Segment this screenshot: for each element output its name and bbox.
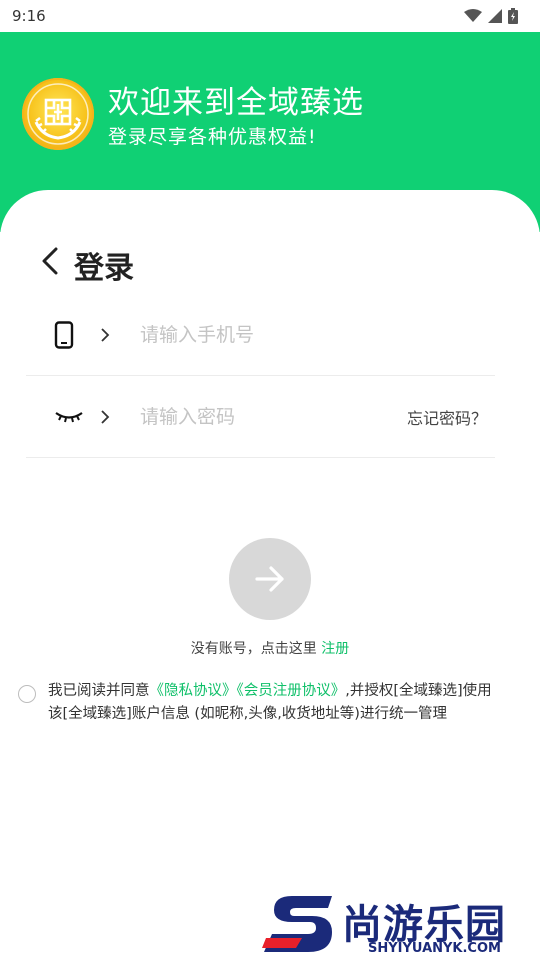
agreement-prefix: 我已阅读并同意 (48, 683, 150, 699)
submit-button[interactable] (229, 538, 311, 620)
wifi-icon (464, 9, 482, 22)
status-time: 9:16 (12, 7, 46, 25)
page-title: 登录 (74, 251, 134, 286)
phone-field-row (26, 294, 495, 376)
site-watermark: 尚游乐园 SHYIYUANYK.COM (262, 892, 540, 960)
signal-icon (488, 9, 502, 23)
status-icons (464, 8, 518, 24)
status-bar: 9:16 (0, 0, 540, 32)
watermark-logo-icon (262, 896, 332, 952)
no-account-text: 没有账号，点击这里 (190, 641, 317, 657)
brand-logo (22, 78, 94, 150)
smartphone-icon (54, 320, 74, 349)
forgot-password-link[interactable]: 忘记密码？ (407, 405, 487, 429)
chevron-right-icon (101, 409, 110, 424)
watermark-en: SHYIYUANYK.COM (368, 941, 501, 956)
closed-eye-icon[interactable] (54, 410, 84, 424)
password-input[interactable] (140, 405, 370, 428)
battery-icon (508, 8, 518, 24)
arrow-right-icon (255, 566, 284, 592)
privacy-policy-link[interactable]: 《隐私协议》 (150, 683, 237, 699)
hero-subtitle: 登录尽享各种优惠权益! (108, 126, 317, 148)
phone-input[interactable] (140, 323, 370, 346)
hero-title: 欢迎来到全域臻选 (108, 85, 364, 121)
password-field-row: 忘记密码？ (26, 376, 495, 458)
member-agreement-link[interactable]: 《会员注册协议》 (237, 683, 346, 699)
chevron-left-icon[interactable] (38, 246, 62, 276)
register-prompt: 没有账号，点击这里 注册 (0, 638, 540, 658)
register-link[interactable]: 注册 (321, 641, 349, 657)
chevron-right-icon (101, 327, 110, 342)
agreement-checkbox[interactable] (18, 685, 36, 703)
agreement-text: 我已阅读并同意《隐私协议》《会员注册协议》,并授权[全域臻选]使用该[全域臻选]… (48, 680, 498, 726)
